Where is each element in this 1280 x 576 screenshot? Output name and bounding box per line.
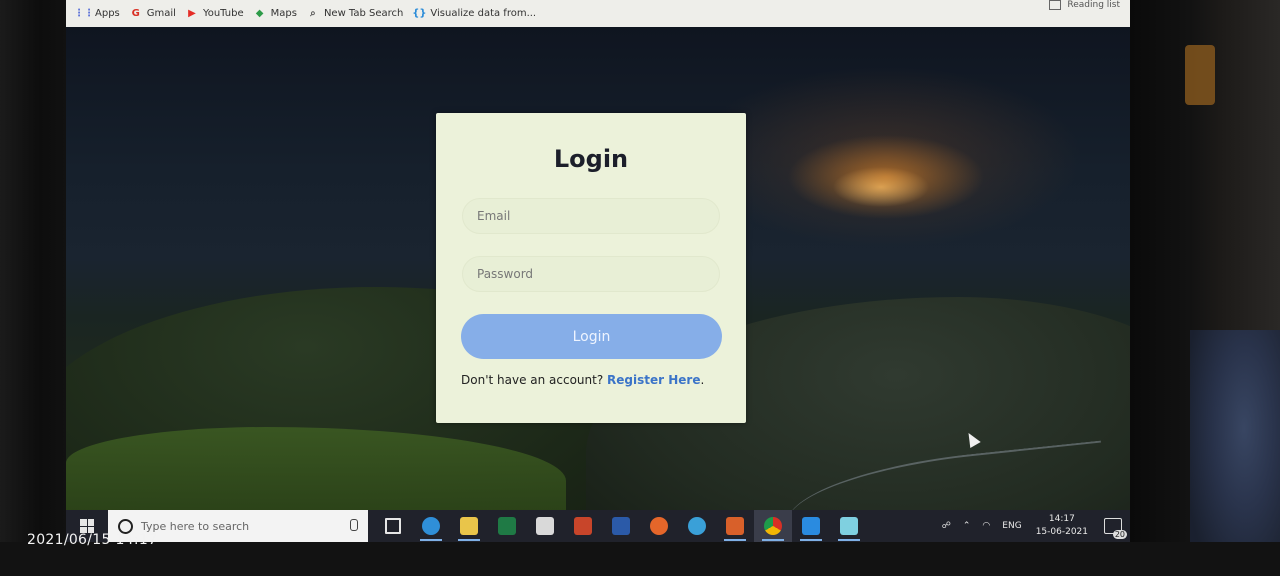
bookmark-label: New Tab Search	[323, 8, 404, 19]
taskbar-app[interactable]	[678, 510, 716, 542]
xampp-icon	[726, 517, 744, 535]
register-suffix: .	[700, 373, 705, 387]
apps-grid-icon: ⋮⋮	[74, 8, 94, 19]
notification-count: 20	[1112, 530, 1127, 539]
firefox-icon	[650, 517, 668, 535]
login-card: Login Email Password Login Don't have an…	[436, 113, 746, 423]
taskbar-word[interactable]	[602, 510, 640, 542]
store-icon	[536, 517, 554, 535]
bookmark-visualize-data[interactable]: {} Visualize data from...	[412, 8, 537, 20]
reading-list-icon	[1049, 0, 1062, 10]
bookmark-apps[interactable]: ⋮⋮ Apps	[74, 8, 120, 20]
search-icon: ⌕	[310, 8, 316, 19]
taskbar-edge[interactable]	[412, 510, 450, 542]
reading-list-label: Reading list	[1067, 0, 1120, 10]
clock-date: 15-06-2021	[1035, 527, 1088, 537]
reading-list-button[interactable]: Reading list	[1049, 0, 1120, 10]
file-explorer-icon	[460, 517, 478, 535]
powerpoint-icon	[574, 517, 592, 535]
chrome-icon	[764, 517, 782, 535]
windows-logo-icon	[80, 519, 94, 533]
taskbar-file-explorer[interactable]	[450, 510, 488, 542]
taskbar-chrome[interactable]	[754, 510, 792, 542]
language-indicator[interactable]: ENG	[1002, 521, 1021, 531]
bookmark-maps[interactable]: ◆ Maps	[254, 8, 297, 20]
register-link[interactable]: Register Here	[607, 373, 700, 387]
wifi-icon[interactable]: ◠	[982, 521, 990, 531]
taskbar-powerpoint[interactable]	[564, 510, 602, 542]
vscode-icon	[802, 517, 820, 535]
taskbar-excel[interactable]	[488, 510, 526, 542]
bookmark-label: YouTube	[202, 8, 244, 19]
task-view-icon	[385, 518, 401, 534]
bookmark-label: Maps	[270, 8, 297, 19]
bookmark-label: Apps	[95, 8, 120, 19]
taskbar-store[interactable]	[526, 510, 564, 542]
bookmark-new-tab-search[interactable]: ⌕ New Tab Search	[307, 8, 403, 20]
maps-icon: ◆	[255, 8, 264, 19]
search-placeholder: Type here to search	[141, 519, 250, 533]
password-placeholder: Password	[477, 267, 534, 281]
bookmark-label: Visualize data from...	[430, 8, 537, 19]
taskbar-apps	[374, 510, 868, 542]
password-field[interactable]: Password	[462, 256, 720, 292]
login-title: Login	[553, 145, 629, 173]
background-fabric	[1190, 330, 1280, 576]
photo-timestamp: 2021/06/15 14:17	[27, 532, 158, 548]
youtube-icon: ▶	[188, 8, 196, 19]
microphone-icon[interactable]	[350, 519, 358, 531]
taskbar: Type here to search ☍ ⌃ ◠ ENG 14:17 15-0…	[66, 510, 1130, 542]
taskbar-firefox[interactable]	[640, 510, 678, 542]
bookmarks-bar: ⋮⋮ Apps G Gmail ▶ YouTube ◆ Maps ⌕ New T…	[66, 0, 1130, 27]
email-placeholder: Email	[477, 209, 511, 223]
edge-icon	[422, 517, 440, 535]
notification-icon[interactable]: 20	[1104, 518, 1127, 539]
people-icon[interactable]: ☍	[942, 521, 951, 531]
register-prompt-text: Don't have an account?	[461, 373, 604, 387]
bookmark-gmail[interactable]: G Gmail	[130, 8, 176, 20]
register-prompt: Don't have an account? Register Here.	[461, 373, 704, 387]
brackets-icon: {}	[412, 8, 427, 19]
photo-frame-left	[0, 0, 66, 576]
email-field[interactable]: Email	[462, 198, 720, 234]
notepad-icon	[840, 517, 858, 535]
clock-time: 14:17	[1048, 514, 1075, 524]
chevron-up-icon[interactable]: ⌃	[963, 521, 971, 531]
excel-icon	[498, 517, 516, 535]
taskbar-vscode[interactable]	[792, 510, 830, 542]
photo-frame-right	[1130, 0, 1280, 576]
taskbar-xampp[interactable]	[716, 510, 754, 542]
login-button[interactable]: Login	[461, 314, 722, 359]
taskbar-notepad[interactable]	[830, 510, 868, 542]
google-g-icon: G	[131, 8, 140, 19]
taskbar-clock[interactable]: 14:17 15-06-2021	[1036, 513, 1088, 539]
bookmark-label: Gmail	[146, 8, 176, 19]
bookmark-youtube[interactable]: ▶ YouTube	[186, 8, 244, 20]
word-icon	[612, 517, 630, 535]
system-tray: ☍ ⌃ ◠ ENG 14:17 15-06-2021 20	[930, 510, 1127, 542]
task-view-button[interactable]	[374, 510, 412, 542]
screen-bezel	[0, 542, 1280, 576]
app-blue-icon	[688, 517, 706, 535]
login-button-label: Login	[572, 328, 611, 345]
background-object	[1185, 45, 1215, 105]
